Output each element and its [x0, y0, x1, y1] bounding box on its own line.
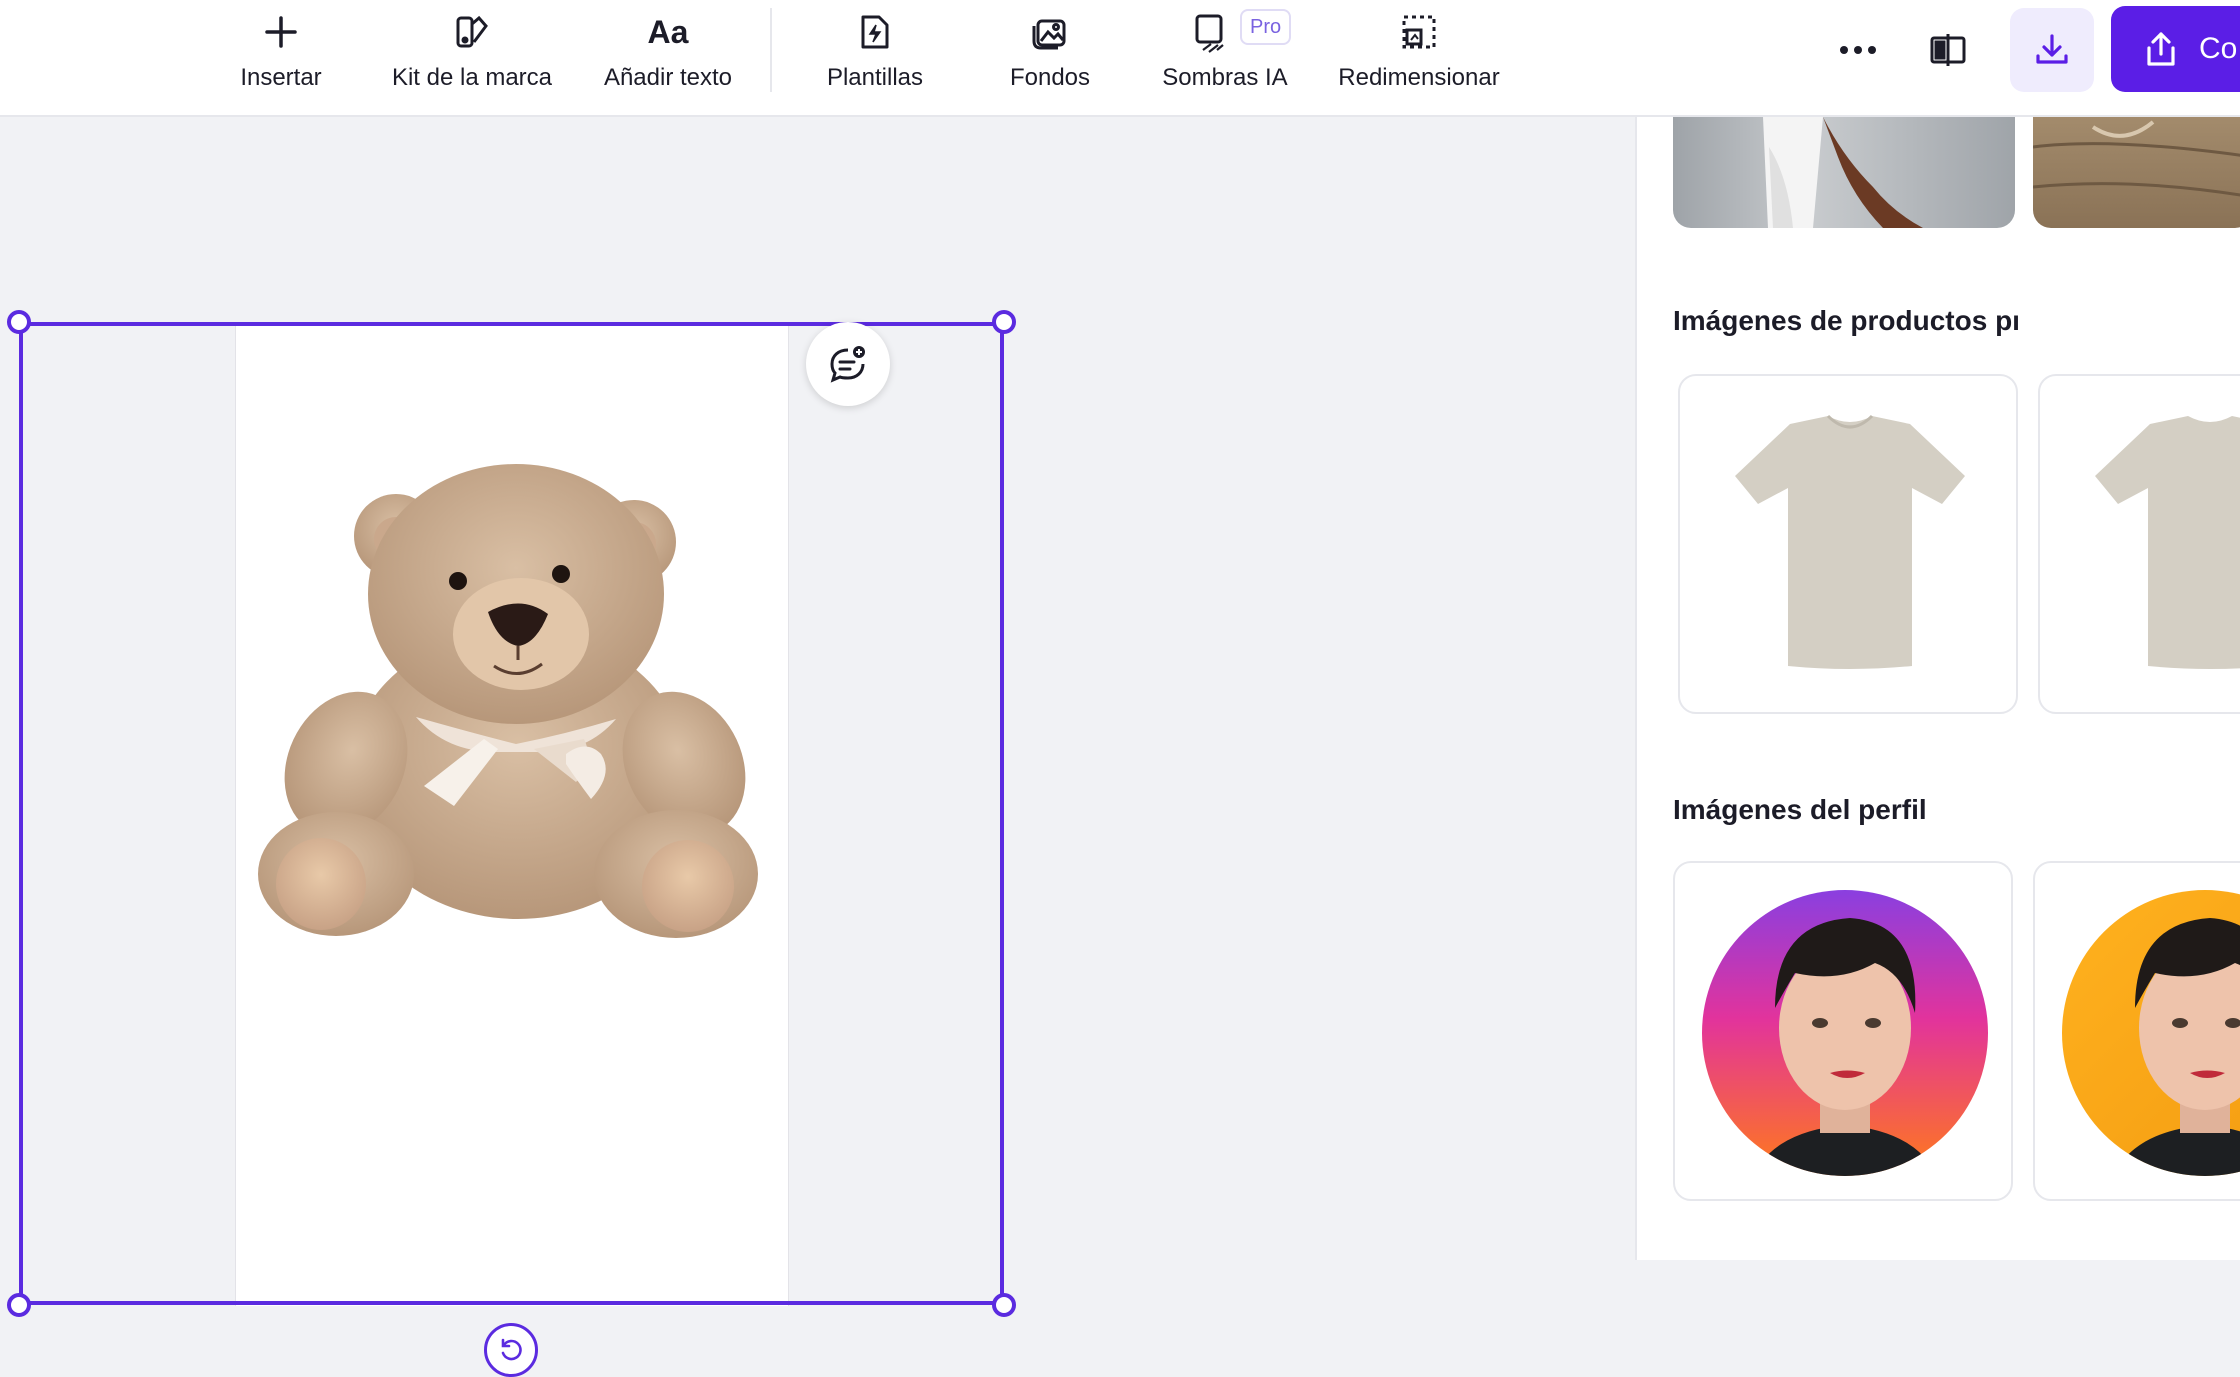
wood-photo-image	[2033, 120, 2240, 197]
share-upload-icon	[2147, 32, 2175, 66]
add-comment-button[interactable]	[806, 322, 890, 406]
shadow-icon	[1191, 10, 1231, 54]
resize-handle-bottom-right[interactable]	[992, 1293, 1016, 1317]
resize-handle-top-right[interactable]	[992, 310, 1016, 334]
product-card-tshirt-1[interactable]	[1678, 374, 2018, 714]
rotate-button[interactable]	[484, 1323, 538, 1377]
resize-label: Redimensionar	[1338, 64, 1500, 91]
brand-kit-button[interactable]: Kit de la marca	[382, 0, 562, 117]
share-label: Co	[2199, 32, 2238, 65]
add-text-label: Añadir texto	[603, 64, 733, 91]
insert-button[interactable]: Insertar	[218, 0, 344, 117]
tshirt-image	[2095, 416, 2240, 669]
tshirt-image	[1735, 414, 1965, 669]
editor-canvas	[0, 117, 1635, 1377]
add-text-button[interactable]: Aa Añadir texto	[594, 0, 742, 117]
section-title-profile: Imágenes del perfil	[1673, 794, 1927, 825]
ai-shadows-label: Sombras IA	[1162, 64, 1288, 91]
profile-photo-image	[2062, 890, 2240, 1176]
more-options-button[interactable]	[1816, 8, 1900, 92]
download-icon	[2036, 34, 2068, 64]
product-card-tshirt-2[interactable]	[2038, 374, 2240, 714]
pro-badge: Pro	[1240, 9, 1292, 45]
more-dots-icon	[1840, 46, 1876, 54]
download-button[interactable]	[2010, 8, 2094, 92]
rotate-icon	[501, 1338, 522, 1361]
resize-handle-bottom-left[interactable]	[7, 1293, 31, 1317]
section-title-products: Imágenes de productos pı	[1673, 305, 2020, 336]
top-toolbar: Insertar Kit de la marca Aa Añadir texto…	[0, 0, 2240, 117]
toolbar-divider	[770, 8, 772, 92]
profile-photo-image	[1702, 890, 1988, 1176]
compare-view-button[interactable]	[1906, 8, 1990, 92]
share-button[interactable]: Co	[2111, 6, 2240, 92]
templates-button[interactable]: Plantillas	[818, 0, 932, 117]
resize-button[interactable]: Redimensionar	[1330, 0, 1508, 117]
text-aa-icon: Aa	[647, 13, 689, 50]
backgrounds-icon	[1030, 10, 1070, 54]
profile-card-2[interactable]	[2033, 861, 2240, 1201]
brand-kit-icon	[452, 10, 492, 54]
insert-label: Insertar	[240, 64, 322, 91]
plus-icon	[263, 10, 299, 54]
stock-photo-person[interactable]	[1673, 117, 2015, 228]
backgrounds-button[interactable]: Fondos	[1000, 0, 1100, 117]
person-photo-image	[1763, 117, 1923, 228]
comment-add-icon	[830, 346, 865, 383]
compare-icon	[1930, 34, 1966, 66]
image-library-panel: Imágenes de productos pı Imágenes del pe…	[1635, 117, 2240, 1260]
brand-kit-label: Kit de la marca	[391, 64, 553, 91]
backgrounds-label: Fondos	[1009, 64, 1091, 91]
resize-handle-top-left[interactable]	[7, 310, 31, 334]
resize-icon	[1399, 10, 1439, 54]
template-bolt-icon	[857, 10, 893, 54]
profile-card-1[interactable]	[1673, 861, 2013, 1201]
selection-frame[interactable]	[19, 322, 1004, 1305]
stock-photo-wood[interactable]	[2033, 117, 2240, 228]
templates-label: Plantillas	[826, 64, 924, 91]
